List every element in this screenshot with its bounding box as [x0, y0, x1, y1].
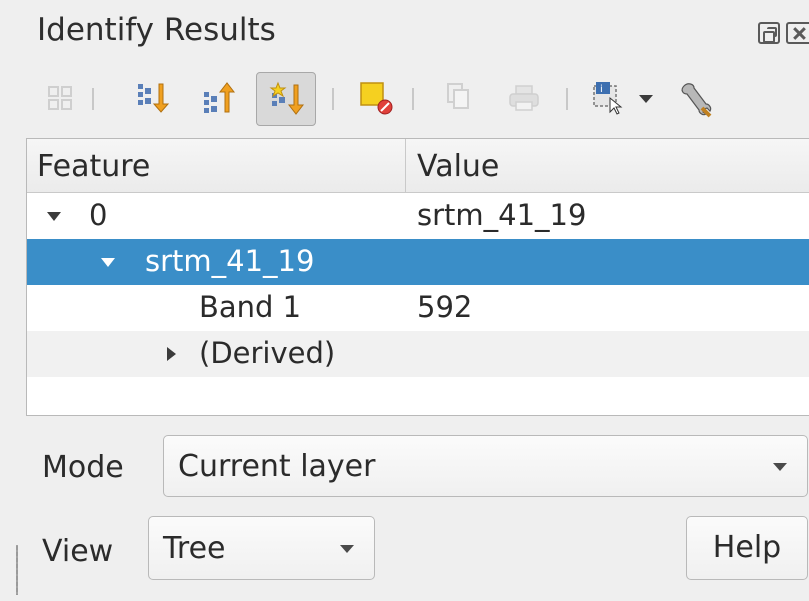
- expand-new-button[interactable]: [256, 72, 316, 126]
- toolbar-separator: [332, 88, 334, 110]
- panel-title: Identify Results: [37, 12, 276, 48]
- dropdown-arrow-icon[interactable]: [634, 78, 658, 118]
- chevron-down-icon: [340, 545, 354, 553]
- tree-row-band[interactable]: Band 1 592: [27, 285, 809, 331]
- mode-select[interactable]: Current layer: [163, 435, 808, 497]
- expand-all-icon[interactable]: [132, 78, 172, 118]
- copy-icon: [438, 78, 478, 118]
- close-panel-icon[interactable]: [786, 22, 809, 44]
- resize-grip[interactable]: [16, 545, 18, 595]
- collapse-all-icon[interactable]: [198, 78, 238, 118]
- feature-cell: Band 1: [199, 290, 302, 324]
- column-divider[interactable]: [405, 139, 406, 193]
- view-select-value: Tree: [163, 531, 226, 566]
- help-button[interactable]: Help: [686, 516, 808, 580]
- view-select[interactable]: Tree: [148, 516, 375, 580]
- expand-new-results-icon: [40, 78, 80, 118]
- tree-row-feature-0[interactable]: 0 srtm_41_19: [27, 193, 809, 239]
- toolbar-separator: [412, 88, 414, 110]
- print-icon: [504, 78, 544, 118]
- mode-label: Mode: [42, 450, 124, 485]
- feature-cell: (Derived): [199, 336, 336, 370]
- feature-cell: srtm_41_19: [145, 244, 315, 278]
- expand-arrow-icon[interactable]: [167, 347, 176, 361]
- view-label: View: [42, 534, 114, 569]
- tree-row-layer[interactable]: srtm_41_19: [27, 239, 809, 285]
- expand-new-icon: [269, 81, 305, 115]
- identify-selection-icon[interactable]: i: [588, 78, 628, 118]
- tree-row-derived[interactable]: (Derived): [27, 331, 809, 377]
- toolbar-separator: [566, 88, 568, 110]
- mode-select-value: Current layer: [178, 449, 376, 484]
- settings-wrench-icon[interactable]: [676, 78, 716, 118]
- column-header-feature[interactable]: Feature: [37, 149, 150, 184]
- value-cell: 592: [417, 290, 473, 324]
- clear-results-icon[interactable]: [356, 78, 396, 118]
- expand-arrow-icon[interactable]: [101, 258, 115, 267]
- float-panel-icon[interactable]: [758, 22, 780, 44]
- toolbar-separator: [92, 88, 94, 110]
- svg-text:i: i: [600, 84, 603, 95]
- results-tree[interactable]: Feature Value 0 srtm_41_19 srtm_41_19 Ba…: [26, 138, 809, 416]
- identify-toolbar: i: [40, 70, 809, 126]
- column-header-value[interactable]: Value: [417, 149, 499, 184]
- chevron-down-icon: [773, 463, 787, 471]
- identify-results-panel: Identify Results i Feature Value 0 srtm_…: [0, 0, 809, 601]
- tree-header: Feature Value: [27, 139, 809, 193]
- expand-arrow-icon[interactable]: [47, 212, 61, 221]
- value-cell: srtm_41_19: [417, 198, 587, 232]
- feature-cell: 0: [89, 198, 108, 232]
